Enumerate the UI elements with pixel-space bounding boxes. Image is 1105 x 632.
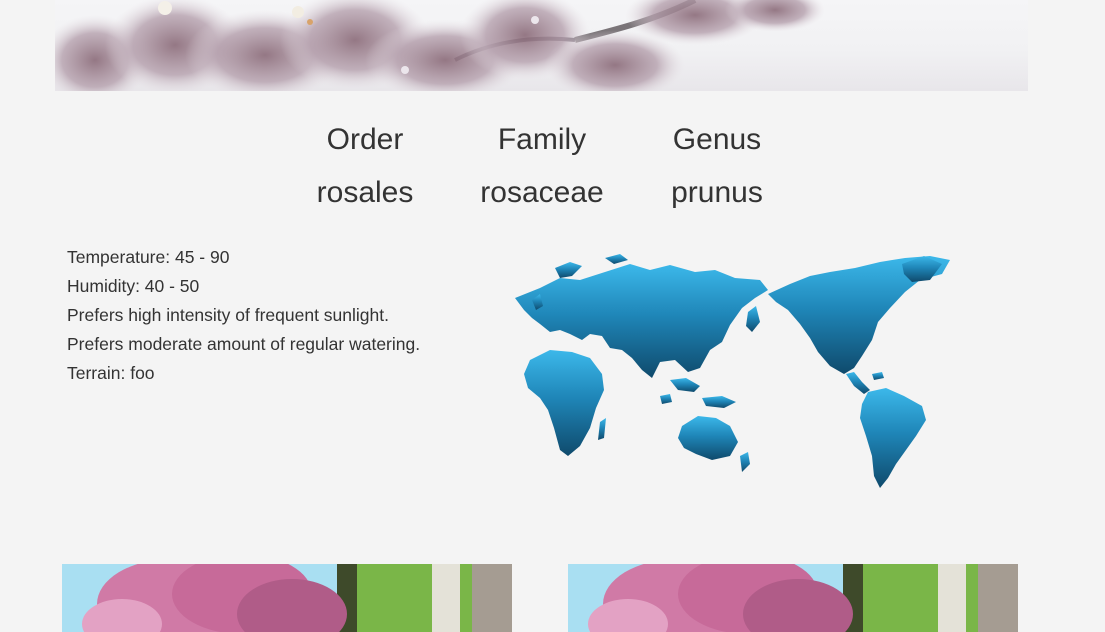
family-label: Family [497, 123, 587, 156]
terrain-text: Terrain: foo [67, 363, 155, 383]
family-value: rosaceae [480, 176, 604, 209]
order-value: rosales [316, 176, 414, 209]
watering-text: Prefers moderate amount of regular water… [67, 334, 421, 354]
world-map-image [515, 254, 950, 488]
hero-photo [55, 0, 1028, 91]
sunlight-text: Prefers high intensity of frequent sunli… [67, 305, 389, 325]
cherry-tree-image [62, 564, 512, 632]
species-page: Order rosales Family rosaceae Genus prun… [0, 0, 1105, 632]
taxonomy-family: Family rosaceae [457, 113, 627, 219]
cherry-blossom-image [55, 0, 825, 91]
gallery-photo[interactable] [568, 564, 1018, 632]
cherry-tree-image [568, 564, 1018, 632]
genus-label: Genus [672, 123, 762, 156]
genus-value: prunus [671, 176, 763, 209]
gallery-photo[interactable] [62, 564, 512, 632]
world-map [510, 250, 960, 495]
order-label: Order [326, 123, 404, 156]
care-info: Temperature: 45 - 90 Humidity: 40 - 50 P… [67, 243, 487, 388]
humidity-text: Humidity: 40 - 50 [67, 276, 200, 296]
temperature-text: Temperature: 45 - 90 [67, 247, 230, 267]
taxonomy-order: Order rosales [280, 113, 450, 219]
taxonomy-genus: Genus prunus [632, 113, 802, 219]
taxonomy-section: Order rosales Family rosaceae Genus prun… [0, 113, 1105, 223]
